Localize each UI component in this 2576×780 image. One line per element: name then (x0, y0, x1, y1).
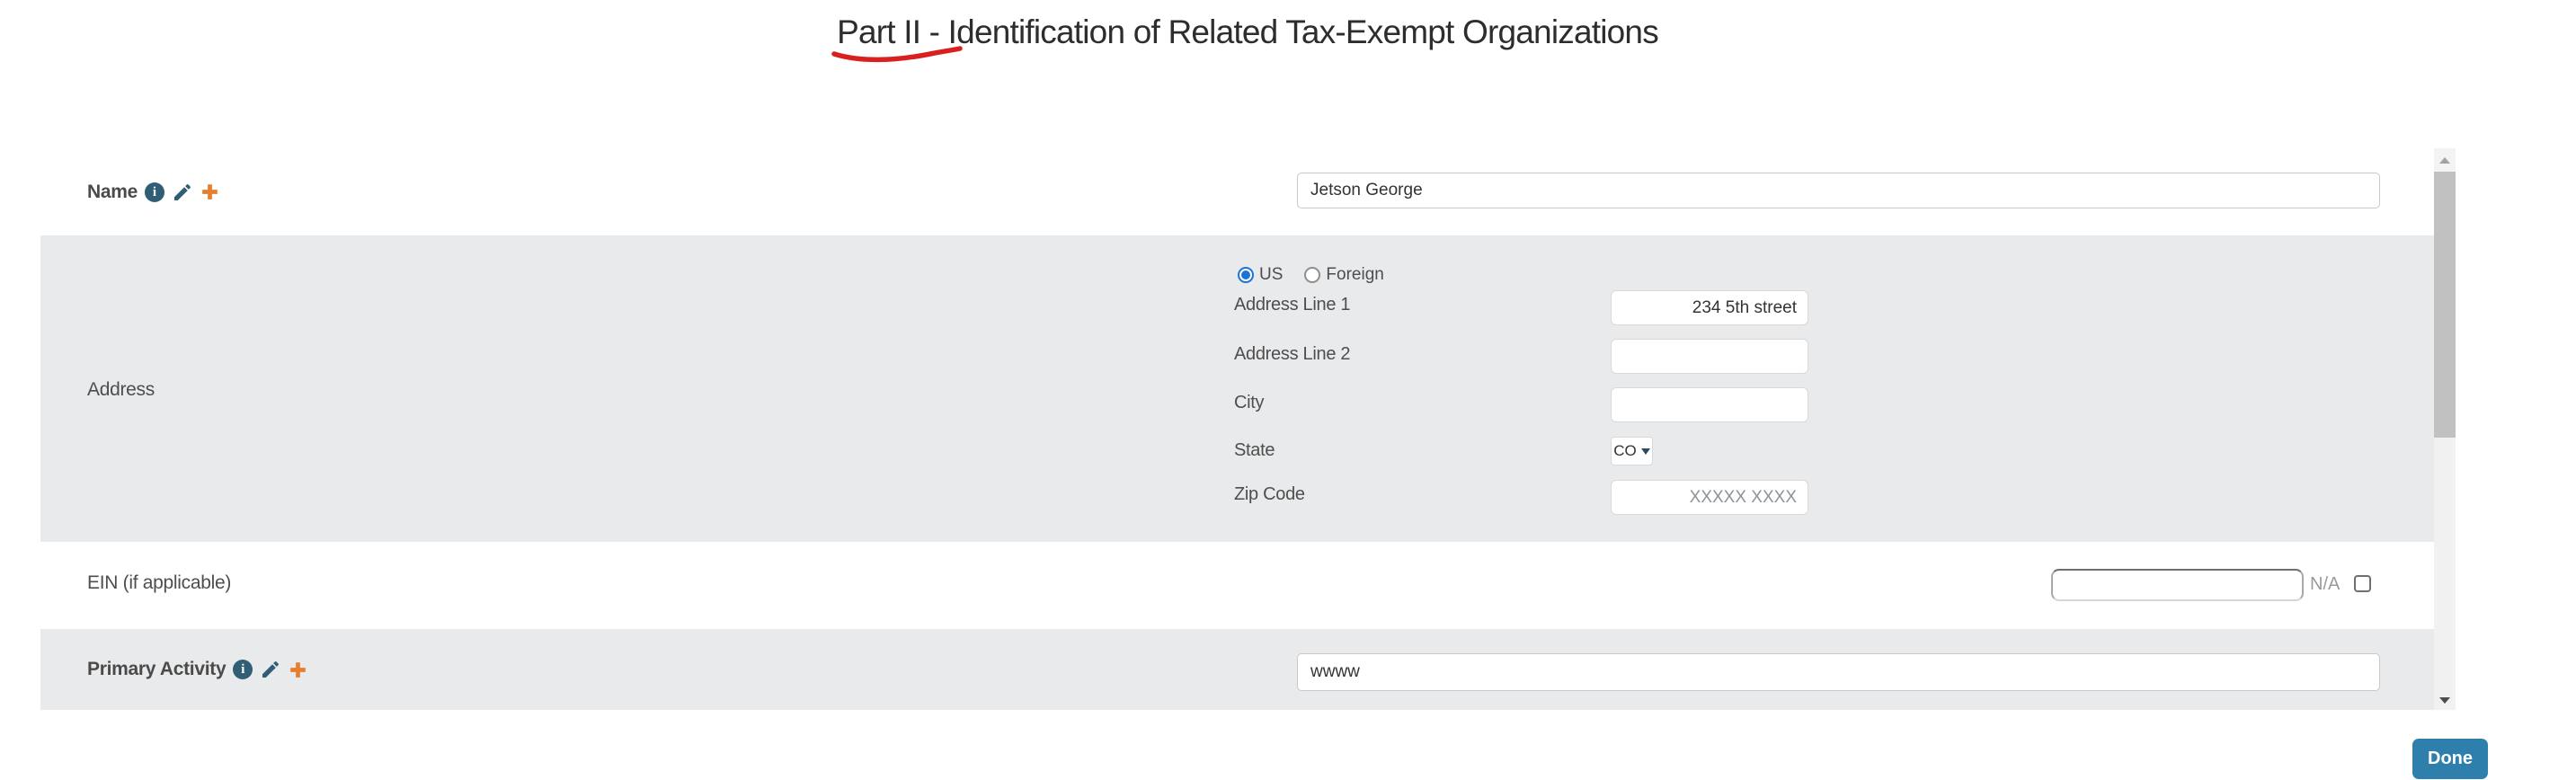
scrollbar-down-icon (2439, 697, 2450, 704)
foreign-radio[interactable] (1304, 267, 1320, 283)
page-title-part-label: Part II (837, 13, 920, 52)
ein-label: EIN (if applicable) (87, 572, 231, 594)
address-label: Address (87, 379, 155, 401)
address-line2-input[interactable] (1611, 339, 1808, 374)
us-radio-option[interactable]: US (1238, 265, 1283, 285)
plus-icon[interactable] (289, 660, 307, 679)
ein-input[interactable] (2051, 569, 2304, 601)
ein-row: EIN (if applicable) N/A (40, 542, 2456, 629)
primary-activity-label-group: Primary Activity i (87, 629, 307, 710)
page-title-highlight-text: Part II (837, 13, 920, 50)
pencil-icon[interactable] (172, 182, 193, 203)
scrollbar-up-icon (2439, 157, 2450, 164)
foreign-radio-label: Foreign (1326, 265, 1383, 285)
plus-icon[interactable] (200, 182, 219, 201)
country-radio-group: US Foreign (1238, 265, 1384, 285)
primary-activity-label: Primary Activity (87, 659, 226, 680)
na-checkbox[interactable] (2354, 575, 2371, 592)
zip-code-label: Zip Code (1234, 484, 1305, 505)
form-scroll-area: Name i Address US Foreign Address Line 1 (40, 148, 2456, 710)
chevron-down-icon (1641, 448, 1650, 455)
na-label: N/A (2310, 574, 2340, 595)
address-line1-input[interactable] (1611, 290, 1808, 325)
name-row: Name i (40, 148, 2456, 235)
us-radio-label: US (1259, 265, 1283, 285)
scrollbar-up-button[interactable] (2434, 148, 2456, 172)
state-select-value: CO (1613, 442, 1637, 460)
name-label-group: Name i (87, 148, 219, 235)
vertical-scrollbar[interactable] (2434, 148, 2456, 710)
page-title: Part II - Identification of Related Tax-… (0, 13, 2536, 52)
address-line1-label: Address Line 1 (1234, 295, 1350, 315)
primary-activity-input[interactable] (1297, 653, 2380, 691)
us-radio[interactable] (1238, 267, 1254, 283)
foreign-radio-option[interactable]: Foreign (1304, 265, 1383, 285)
state-select[interactable]: CO (1611, 437, 1653, 465)
name-input[interactable] (1297, 173, 2380, 208)
city-input[interactable] (1611, 387, 1808, 422)
pencil-icon[interactable] (260, 659, 281, 680)
primary-activity-row: Primary Activity i (40, 629, 2456, 710)
info-icon[interactable]: i (145, 182, 164, 202)
address-row: Address US Foreign Address Line 1 Addres… (40, 235, 2456, 542)
state-label: State (1234, 440, 1275, 461)
info-icon[interactable]: i (233, 660, 253, 679)
name-label: Name (87, 182, 138, 203)
red-underline-swoosh-icon (830, 46, 964, 64)
city-label: City (1234, 393, 1264, 413)
scrollbar-thumb[interactable] (2434, 172, 2456, 438)
zip-code-input[interactable] (1611, 480, 1808, 515)
done-button[interactable]: Done (2412, 739, 2488, 779)
scrollbar-down-button[interactable] (2434, 697, 2456, 704)
address-line2-label: Address Line 2 (1234, 344, 1350, 365)
page-title-rest-text: - Identification of Related Tax-Exempt O… (920, 13, 1658, 50)
